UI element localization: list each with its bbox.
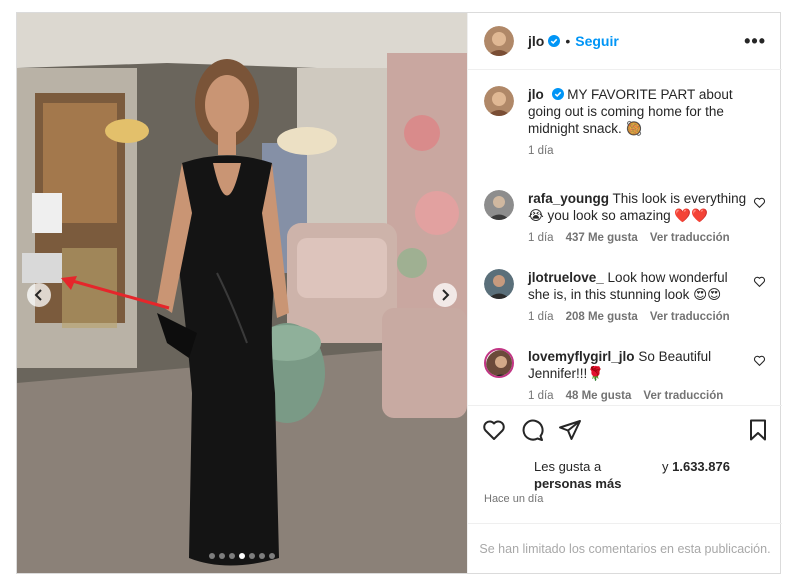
post-header: jlo • Seguir ••• <box>468 13 782 70</box>
verified-badge-icon <box>551 88 564 100</box>
likes-liked-by: Les gusta a <box>534 459 602 474</box>
likes-count-line: y 1.633.876 <box>662 458 730 475</box>
author-avatar[interactable] <box>484 26 514 56</box>
send-icon[interactable] <box>558 418 582 442</box>
bookmark-icon[interactable] <box>746 418 770 442</box>
comment-item: lovemyflygirl_jlo So Beautiful Jennifer!… <box>484 348 774 402</box>
comment-likes[interactable]: 437 Me gusta <box>566 232 638 244</box>
verified-badge-icon <box>548 35 561 47</box>
caption-text: jlo MY FAVORITE PART about going out is … <box>528 86 750 137</box>
header-separator: • <box>565 33 571 49</box>
follow-button[interactable]: Seguir <box>575 33 619 49</box>
carousel-dot <box>269 553 275 559</box>
chevron-left-icon <box>34 289 42 301</box>
comment-avatar[interactable] <box>484 348 514 378</box>
heart-icon[interactable] <box>482 418 506 442</box>
comment-item: rafa_youngg This look is everything 😭 yo… <box>484 190 774 244</box>
comments-limited-notice: Se han limitado los comentarios en esta … <box>468 523 782 573</box>
comment-avatar[interactable] <box>484 269 514 299</box>
post-photo[interactable] <box>17 13 467 573</box>
carousel-dots <box>17 553 467 559</box>
likes-count[interactable]: 1.633.876 <box>672 459 730 474</box>
comment-username[interactable]: rafa_youngg <box>528 191 609 206</box>
comment-heart-icon[interactable] <box>753 275 766 288</box>
carousel-dot <box>249 553 255 559</box>
post-timestamp[interactable]: Hace un día <box>484 493 543 505</box>
comment-icon[interactable] <box>520 418 544 442</box>
caption-time[interactable]: 1 día <box>528 145 554 157</box>
comment-time[interactable]: 1 día <box>528 390 554 402</box>
comment-item: jlotruelove_ Look how wonderful she is, … <box>484 269 774 323</box>
comment-username[interactable]: lovemyflygirl_jlo <box>528 349 635 364</box>
author-username[interactable]: jlo <box>528 33 544 49</box>
carousel-next-button[interactable] <box>433 283 457 307</box>
caption-username[interactable]: jlo <box>528 87 544 102</box>
carousel-dot <box>229 553 235 559</box>
caption-avatar[interactable] <box>484 86 514 116</box>
comment-avatar[interactable] <box>484 190 514 220</box>
see-translation-link[interactable]: Ver traducción <box>643 390 723 402</box>
comment-heart-icon[interactable] <box>753 354 766 367</box>
caption: jlo MY FAVORITE PART about going out is … <box>484 86 774 157</box>
likes-others[interactable]: personas más <box>534 475 621 492</box>
comment-likes[interactable]: 208 Me gusta <box>566 311 638 323</box>
see-translation-link[interactable]: Ver traducción <box>650 311 730 323</box>
comment-time[interactable]: 1 día <box>528 311 554 323</box>
comment-heart-icon[interactable] <box>753 196 766 209</box>
comments-list[interactable]: jlo MY FAVORITE PART about going out is … <box>468 70 782 405</box>
comment-likes[interactable]: 48 Me gusta <box>566 390 632 402</box>
carousel-dot <box>239 553 245 559</box>
more-options-icon[interactable]: ••• <box>744 32 766 50</box>
comment-time[interactable]: 1 día <box>528 232 554 244</box>
post-actions <box>468 405 782 455</box>
comment-username[interactable]: jlotruelove_ <box>528 270 604 285</box>
carousel-prev-button[interactable] <box>27 283 51 307</box>
annotation-arrow <box>61 276 170 310</box>
instagram-post: jlo • Seguir ••• jlo MY FAVORITE PART ab… <box>16 12 782 574</box>
carousel-dot <box>259 553 265 559</box>
carousel-dot <box>209 553 215 559</box>
carousel-dot <box>219 553 225 559</box>
chevron-right-icon <box>442 289 450 301</box>
likes-and: y <box>662 459 669 474</box>
post-side-panel: jlo • Seguir ••• jlo MY FAVORITE PART ab… <box>467 13 782 573</box>
see-translation-link[interactable]: Ver traducción <box>650 232 730 244</box>
